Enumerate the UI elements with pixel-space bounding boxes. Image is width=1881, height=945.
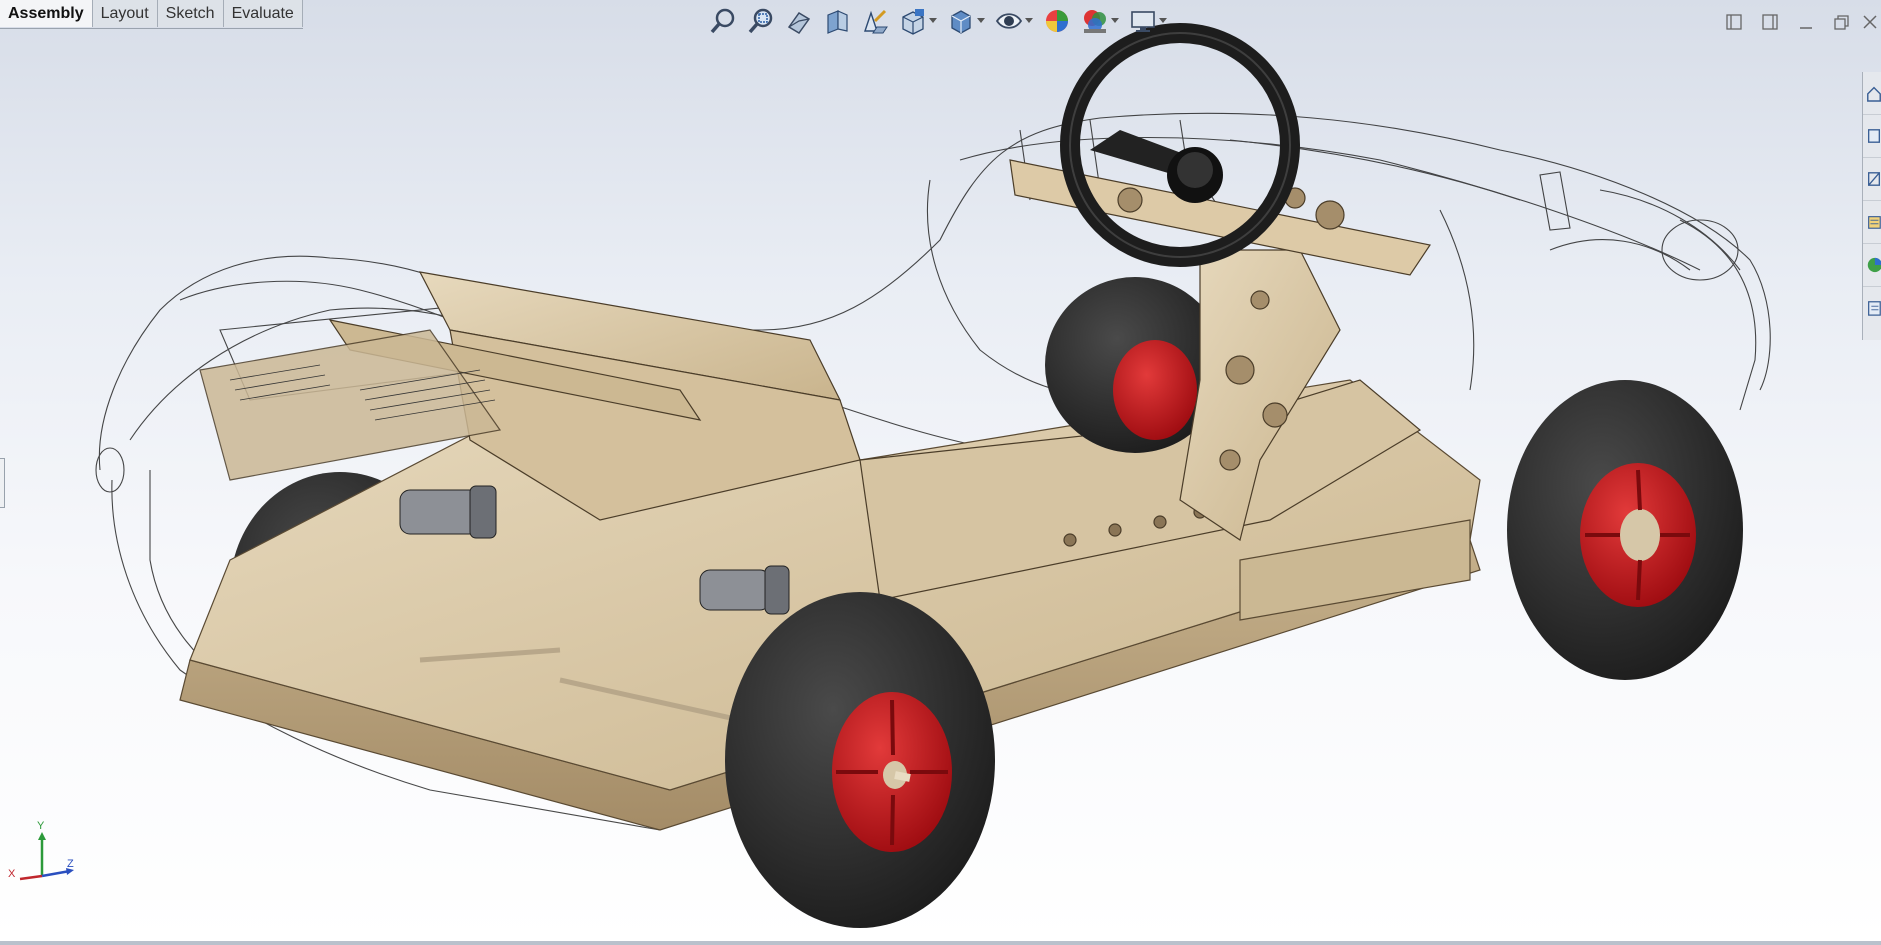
zoom-to-area-icon[interactable] [746,6,776,36]
view-orientation-icon[interactable] [898,6,928,36]
view-settings-dropdown-icon[interactable] [1158,6,1168,36]
tab-sketch[interactable]: Sketch [157,0,224,27]
home-icon[interactable] [1863,72,1881,115]
custom-properties-icon[interactable] [1863,287,1881,329]
command-manager-tabs: Assembly Layout Sketch Evaluate [0,0,303,29]
drive-motor-front [699,565,790,615]
drive-motor-rear [399,485,497,539]
triad-z-label: Z [67,858,74,870]
dynamic-annotation-icon[interactable] [860,6,890,36]
close-icon[interactable] [1860,8,1881,36]
appearances-icon[interactable] [1863,244,1881,287]
graphics-area[interactable]: Assembly Layout Sketch Evaluate Y X Z [0,0,1881,941]
hide-show-dropdown-icon[interactable] [1024,6,1034,36]
window-controls [1716,8,1881,36]
display-style-icon[interactable] [946,6,976,36]
task-pane-tabs [1862,72,1881,340]
reference-triad: Y X Z [6,820,78,884]
tile-right-icon[interactable] [1752,8,1788,36]
heads-up-view-toolbar [708,5,1176,37]
status-edge [0,941,1881,945]
apply-scene-dropdown-icon[interactable] [1110,6,1120,36]
hide-show-items-icon[interactable] [994,6,1024,36]
triad-x-label: X [8,868,16,880]
resources-icon[interactable] [1863,115,1881,158]
tab-assembly[interactable]: Assembly [0,0,93,27]
pedal-car-assembly-model[interactable] [0,0,1881,941]
tile-left-icon[interactable] [1716,8,1752,36]
section-view-icon[interactable] [822,6,852,36]
view-orientation-dropdown-icon[interactable] [928,6,938,36]
feature-manager-collapse-handle[interactable] [0,458,5,508]
view-settings-icon[interactable] [1128,6,1158,36]
front-near-wheel [1507,380,1743,680]
zoom-to-fit-icon[interactable] [708,6,738,36]
tab-evaluate[interactable]: Evaluate [223,0,303,27]
display-style-dropdown-icon[interactable] [976,6,986,36]
apply-scene-icon[interactable] [1080,6,1110,36]
triad-axes [19,832,74,881]
design-library-icon[interactable] [1863,158,1881,201]
restore-icon[interactable] [1824,8,1860,36]
minimize-icon[interactable] [1788,8,1824,36]
file-explorer-icon[interactable] [1863,201,1881,244]
edit-appearance-icon[interactable] [1042,6,1072,36]
rear-near-wheel [725,592,995,928]
triad-y-label: Y [37,820,45,832]
tab-layout[interactable]: Layout [92,0,158,27]
previous-view-icon[interactable] [784,6,814,36]
